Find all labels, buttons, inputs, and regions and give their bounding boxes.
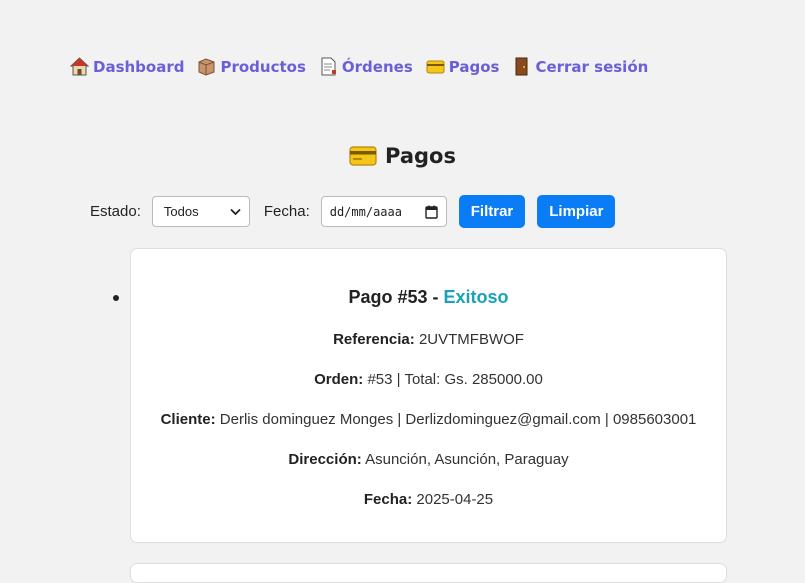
payment-cliente-row: Cliente: Derlis dominguez Monges | Derli… (131, 400, 726, 440)
fecha-value: 2025-04-25 (416, 491, 494, 508)
nav-pagos-label: Pagos (448, 57, 500, 76)
filter-button[interactable]: Filtrar (458, 195, 526, 228)
payment-referencia-row: Referencia: 2UVTMFBWOF (131, 320, 726, 360)
list-bullet (113, 295, 119, 301)
nav-productos-label: Productos (220, 57, 306, 76)
credit-card-icon (426, 60, 445, 74)
nav-logout-label: Cerrar sesión (535, 57, 649, 76)
main-nav: Dashboard Productos Órdenes Pagos Cerrar… (70, 57, 661, 76)
credit-card-icon (349, 146, 377, 166)
payment-status: Exitoso (443, 287, 509, 307)
filter-bar: Estado: Todos Fecha: dd/mm/aaaa Filtrar … (90, 195, 627, 228)
nav-dashboard[interactable]: Dashboard (70, 57, 184, 76)
nav-logout[interactable]: Cerrar sesión (512, 57, 648, 76)
referencia-label: Referencia: (333, 331, 415, 348)
nav-pagos[interactable]: Pagos (426, 57, 500, 76)
payment-direccion-row: Dirección: Asunción, Asunción, Paraguay (131, 440, 726, 480)
orden-value: #53 | Total: Gs. 285000.00 (367, 371, 543, 388)
payment-title: Pago #53 - Exitoso (131, 287, 726, 308)
door-icon (515, 57, 528, 76)
payment-fecha-row: Fecha: 2025-04-25 (131, 480, 726, 520)
house-icon (70, 57, 89, 76)
chevron-down-icon (230, 208, 241, 215)
fecha-input-placeholder: dd/mm/aaaa (329, 204, 402, 219)
estado-select-value: Todos (163, 204, 199, 219)
payment-card: Pago #53 - Exitoso Referencia: 2UVTMFBWO… (130, 248, 727, 543)
direccion-value: Asunción, Asunción, Paraguay (365, 451, 569, 468)
payment-card-next (130, 563, 727, 583)
cliente-value: Derlis dominguez Monges | Derlizdomingue… (219, 411, 697, 428)
estado-select[interactable]: Todos (151, 196, 250, 227)
fecha-label: Fecha: (263, 203, 310, 220)
cliente-label: Cliente: (160, 411, 216, 428)
page-title: Pagos (0, 144, 805, 168)
payment-number: Pago #53 (348, 287, 428, 307)
direccion-label: Dirección: (288, 451, 362, 468)
nav-ordenes[interactable]: Órdenes (319, 57, 413, 76)
page-title-text: Pagos (385, 144, 456, 168)
document-icon (321, 57, 336, 76)
fecha-row-label: Fecha: (363, 491, 413, 508)
fecha-input[interactable]: dd/mm/aaaa (320, 196, 447, 227)
orden-label: Orden: (314, 371, 364, 388)
box-icon (198, 58, 215, 76)
nav-productos[interactable]: Productos (197, 57, 306, 76)
payment-orden-row: Orden: #53 | Total: Gs. 285000.00 (131, 360, 726, 400)
payment-title-separator: - (427, 287, 444, 307)
referencia-value: 2UVTMFBWOF (418, 331, 524, 348)
nav-dashboard-label: Dashboard (93, 57, 185, 76)
calendar-icon[interactable] (425, 205, 438, 219)
clear-button[interactable]: Limpiar (537, 195, 616, 228)
estado-label: Estado: (90, 203, 141, 220)
nav-ordenes-label: Órdenes (341, 57, 413, 76)
